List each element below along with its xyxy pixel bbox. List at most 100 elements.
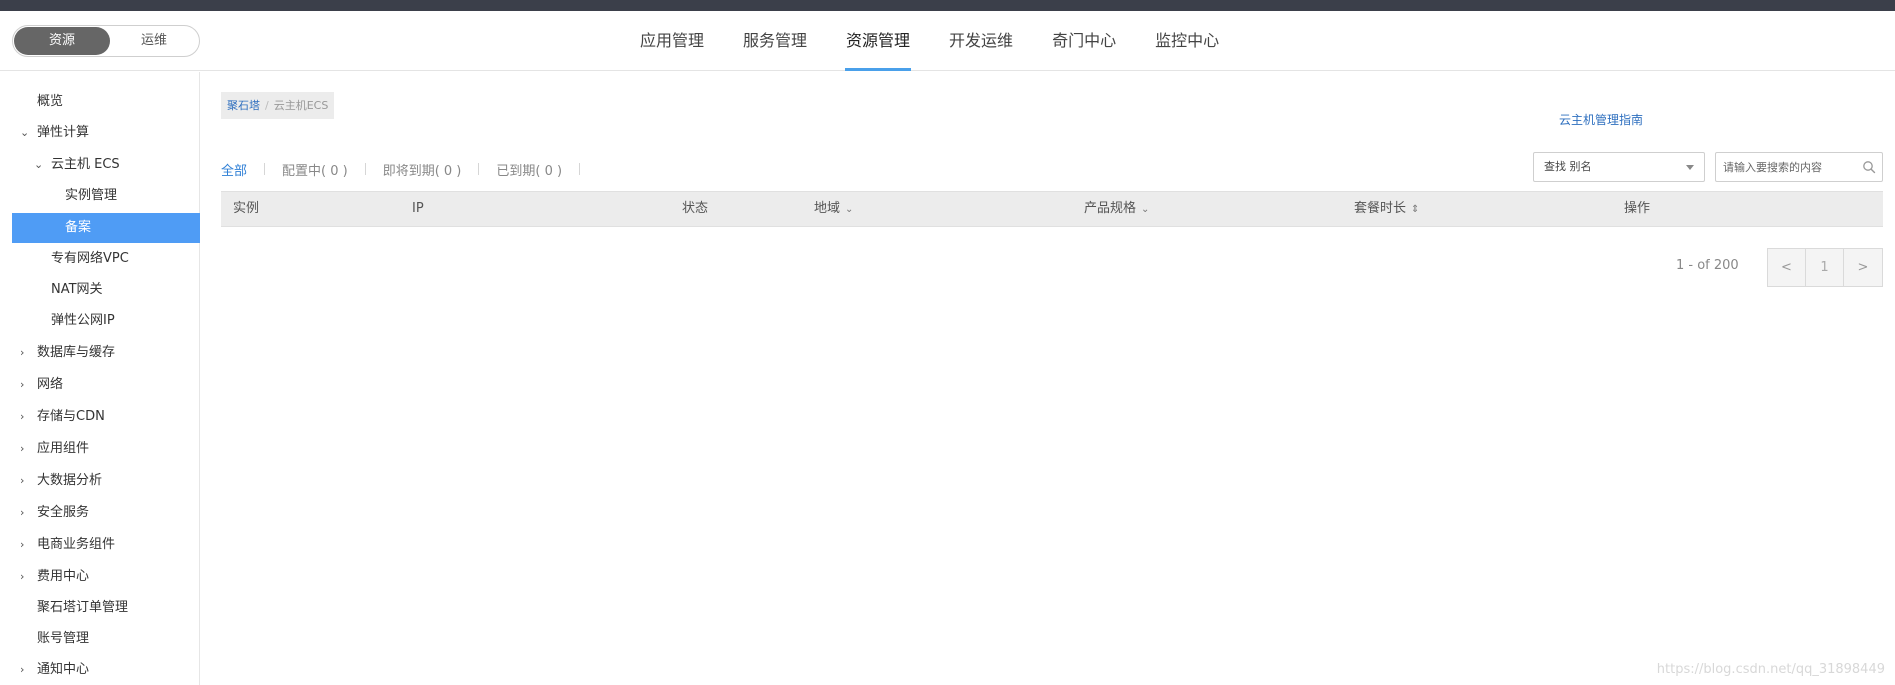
status-tabs: 全部 配置中( 0 ) 即将到期( 0 ) 已到期( 0 ) <box>221 158 597 180</box>
toggle-resource[interactable]: 资源 <box>14 27 110 55</box>
sidebar-item-app-components[interactable]: › 应用组件 <box>12 434 200 464</box>
search-icon[interactable] <box>1862 160 1876 174</box>
column-label: 操作 <box>1624 201 1651 216</box>
sidebar-item-order-management[interactable]: 聚石塔订单管理 <box>12 593 200 623</box>
sidebar-item-label: 云主机 ECS <box>51 157 120 172</box>
sidebar-item-elastic-compute[interactable]: ⌄ 弹性计算 <box>12 118 200 148</box>
chevron-right-icon: › <box>20 410 25 423</box>
pagination-info: 1 - of 200 <box>1676 258 1739 273</box>
sidebar-item-network[interactable]: › 网络 <box>12 370 200 400</box>
sidebar-item-label: 账号管理 <box>37 631 90 646</box>
tab-configuring[interactable]: 配置中( 0 ) <box>282 160 348 179</box>
chevron-right-icon: › <box>20 474 25 487</box>
column-status: 状态 <box>682 192 708 228</box>
chevron-right-icon: › <box>20 663 25 676</box>
sidebar-item-label: 电商业务组件 <box>37 537 116 552</box>
prev-page-button[interactable]: < <box>1768 249 1806 286</box>
sidebar-item-security[interactable]: › 安全服务 <box>12 498 200 528</box>
sidebar-item-billing[interactable]: › 费用中心 <box>12 562 200 592</box>
column-label: IP <box>412 201 424 216</box>
chevron-right-icon: › <box>20 506 25 519</box>
ecs-guide-link[interactable]: 云主机管理指南 <box>1559 111 1643 128</box>
column-label: 产品规格 <box>1084 201 1137 216</box>
tab-divider <box>364 163 366 175</box>
sidebar-item-filing[interactable]: 备案 <box>12 213 200 243</box>
breadcrumb: 聚石塔 / 云主机ECS <box>221 92 335 119</box>
sidebar-item-label: 网络 <box>37 377 64 392</box>
select-value: 查找 别名 <box>1544 160 1592 173</box>
sidebar-item-label: 应用组件 <box>37 441 90 456</box>
breadcrumb-current: 云主机ECS <box>273 99 329 112</box>
sidebar: 概览 ⌄ 弹性计算 ⌄ 云主机 ECS 实例管理 备案 专有网络VPC NAT网… <box>0 72 200 685</box>
chevron-down-icon: ⌄ <box>34 158 44 171</box>
sidebar-item-label: 弹性公网IP <box>51 313 115 328</box>
sidebar-item-label: 概览 <box>37 94 64 109</box>
tab-expired[interactable]: 已到期( 0 ) <box>496 160 562 179</box>
sidebar-item-label: 通知中心 <box>37 662 90 677</box>
header: 资源 运维 应用管理 服务管理 资源管理 开发运维 奇门中心 监控中心 <box>0 11 1895 71</box>
column-ip: IP <box>412 192 424 228</box>
sidebar-item-label: 弹性计算 <box>37 125 90 140</box>
sidebar-item-elastic-ip[interactable]: 弹性公网IP <box>12 306 200 336</box>
column-label: 实例 <box>233 201 260 216</box>
tab-divider <box>264 163 266 175</box>
nav-resource-management[interactable]: 资源管理 <box>845 11 912 71</box>
sidebar-item-label: 费用中心 <box>37 569 90 584</box>
column-duration[interactable]: 套餐时长 ⇕ <box>1354 192 1419 228</box>
sidebar-item-ecommerce[interactable]: › 电商业务组件 <box>12 530 200 560</box>
breadcrumb-root-link[interactable]: 聚石塔 <box>227 99 260 112</box>
chevron-right-icon: › <box>20 570 25 583</box>
column-instance: 实例 <box>233 192 259 228</box>
search-box <box>1715 152 1883 182</box>
sidebar-item-vpc[interactable]: 专有网络VPC <box>12 244 200 274</box>
nav-app-management[interactable]: 应用管理 <box>640 11 704 71</box>
sidebar-item-label: 存储与CDN <box>37 409 105 424</box>
main-content: 聚石塔 / 云主机ECS 云主机管理指南 全部 配置中( 0 ) 即将到期( 0 )… <box>221 72 1883 685</box>
chevron-right-icon: › <box>20 442 25 455</box>
chevron-right-icon: › <box>20 346 25 359</box>
sidebar-item-label: 专有网络VPC <box>51 251 129 266</box>
sidebar-item-database-cache[interactable]: › 数据库与缓存 <box>12 338 200 368</box>
column-actions: 操作 <box>1624 192 1650 228</box>
chevron-down-icon[interactable]: ⌄ <box>1141 193 1149 227</box>
nav-monitor-center[interactable]: 监控中心 <box>1155 11 1219 71</box>
sidebar-item-account[interactable]: 账号管理 <box>12 624 200 654</box>
sidebar-item-label: 聚石塔订单管理 <box>37 600 129 615</box>
column-label: 套餐时长 <box>1354 201 1407 216</box>
sidebar-item-overview[interactable]: 概览 <box>12 87 200 117</box>
pagination: < 1 > <box>1767 248 1883 287</box>
chevron-down-icon[interactable]: ⌄ <box>845 193 853 227</box>
column-label: 状态 <box>682 201 709 216</box>
main-nav: 应用管理 服务管理 资源管理 开发运维 奇门中心 监控中心 <box>640 11 1258 71</box>
mode-toggle[interactable]: 资源 运维 <box>12 25 200 57</box>
page-number-button[interactable]: 1 <box>1806 249 1844 286</box>
sidebar-item-label: 备案 <box>65 220 92 235</box>
sidebar-item-ecs[interactable]: ⌄ 云主机 ECS <box>12 150 200 180</box>
sidebar-item-storage-cdn[interactable]: › 存储与CDN <box>12 402 200 432</box>
nav-devops[interactable]: 开发运维 <box>949 11 1013 71</box>
sidebar-item-nat-gateway[interactable]: NAT网关 <box>12 275 200 305</box>
nav-qimen-center[interactable]: 奇门中心 <box>1052 11 1116 71</box>
column-spec[interactable]: 产品规格 ⌄ <box>1084 192 1149 228</box>
caret-down-icon <box>1686 165 1694 170</box>
sort-icon[interactable]: ⇕ <box>1411 193 1419 227</box>
toggle-ops[interactable]: 运维 <box>109 27 199 55</box>
tab-expiring[interactable]: 即将到期( 0 ) <box>383 160 462 179</box>
column-label: 地域 <box>814 201 841 216</box>
column-region[interactable]: 地域 ⌄ <box>814 192 853 228</box>
search-input[interactable] <box>1716 153 1851 181</box>
tab-divider <box>478 163 480 175</box>
watermark: https://blog.csdn.net/qq_31898449 <box>1656 662 1885 677</box>
sidebar-item-big-data[interactable]: › 大数据分析 <box>12 466 200 496</box>
search-field-select[interactable]: 查找 别名 <box>1533 152 1705 182</box>
nav-service-management[interactable]: 服务管理 <box>743 11 807 71</box>
sidebar-item-instance-management[interactable]: 实例管理 <box>12 181 200 211</box>
chevron-right-icon: › <box>20 378 25 391</box>
sidebar-item-label: 大数据分析 <box>37 473 103 488</box>
next-page-button[interactable]: > <box>1844 249 1882 286</box>
sidebar-item-label: 安全服务 <box>37 505 90 520</box>
sidebar-item-notifications[interactable]: › 通知中心 <box>12 655 200 685</box>
sidebar-item-label: 实例管理 <box>65 188 118 203</box>
tab-all[interactable]: 全部 <box>221 160 247 179</box>
sidebar-item-label: NAT网关 <box>51 282 103 297</box>
